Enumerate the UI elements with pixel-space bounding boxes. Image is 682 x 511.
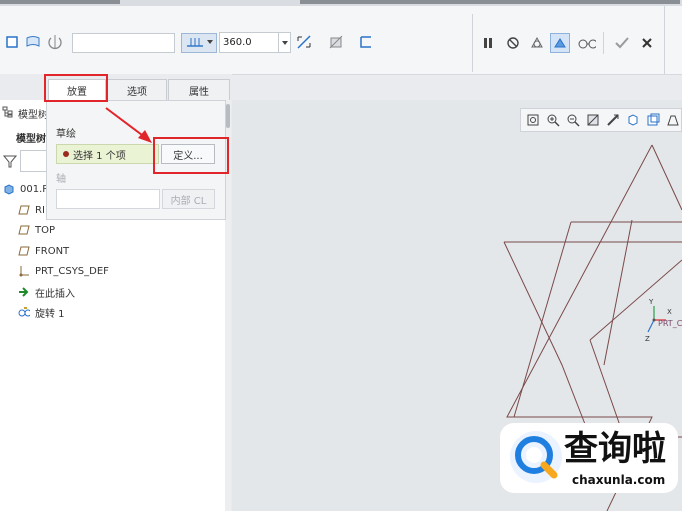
angle-value-text: 360.0 [223, 37, 252, 48]
axis-section-label: 轴 [56, 174, 66, 185]
ribbon-divider [603, 32, 604, 54]
title-strip-segment [0, 0, 120, 4]
csys-x-label: X [667, 308, 672, 316]
csys-y-label: Y [649, 298, 654, 306]
verify-glasses-icon[interactable] [578, 34, 596, 52]
model-tree-search-input[interactable] [20, 150, 48, 172]
perspective-icon[interactable] [664, 111, 681, 129]
tree-root[interactable]: 001.P [3, 181, 48, 197]
chevron-down-icon[interactable] [278, 33, 290, 52]
csys-z-label: Z [645, 335, 650, 343]
angle-value-input[interactable]: 360.0 [219, 32, 291, 53]
csys-name-label: PRT_C [658, 319, 682, 328]
view-toolbar [520, 108, 682, 132]
pause-icon[interactable] [479, 34, 497, 52]
datum-plane-icon [18, 224, 30, 236]
csys-marker: Y X Z PRT_C [640, 298, 682, 346]
saved-orientations-icon[interactable] [624, 111, 641, 129]
ribbon-divider [472, 14, 473, 72]
internal-cl-button-label: 内部 CL [170, 195, 207, 207]
title-strip-segment [300, 0, 680, 4]
zoom-out-icon[interactable] [565, 111, 582, 129]
tab-properties[interactable]: 属性 [168, 79, 230, 100]
display-style-icon[interactable] [605, 111, 622, 129]
watermark-badge: 查询啦 chaxunla.com [500, 423, 678, 493]
model-tree-icon [2, 106, 14, 121]
model-tree-subheader: 模型树 [16, 134, 46, 145]
datum-plane-icon [18, 204, 30, 216]
tree-item-label: RI [35, 204, 45, 216]
zoom-in-icon[interactable] [545, 111, 562, 129]
highlight-box-define-button [153, 137, 229, 174]
remove-material-icon[interactable] [327, 33, 345, 51]
datum-plane-icon [18, 245, 30, 257]
repaint-icon[interactable] [585, 111, 602, 129]
annotation-arrow [105, 107, 152, 143]
csys-icon [18, 265, 30, 277]
sketch-line [513, 221, 572, 418]
tab-options[interactable]: 选项 [107, 79, 167, 100]
surface-icon[interactable] [24, 33, 42, 51]
variable-angle-icon [185, 35, 205, 52]
tree-item[interactable]: PRT_CSYS_DEF [18, 263, 109, 279]
chevron-down-icon [206, 38, 214, 49]
feature-ribbon: 360.0 [0, 6, 682, 75]
solid-icon[interactable] [3, 33, 21, 51]
tree-item[interactable]: TOP [18, 222, 55, 238]
model-tree-header: 模型树 [2, 106, 48, 121]
tree-item[interactable]: FRONT [18, 243, 69, 259]
axis-reference-field[interactable] [72, 33, 175, 53]
internal-cl-button[interactable]: 内部 CL [162, 189, 215, 209]
sketch-section-label: 草绘 [56, 129, 76, 140]
attached-preview-icon[interactable] [528, 34, 546, 52]
model-tree-title: 模型树 [18, 110, 48, 121]
tab-label: 属性 [189, 86, 209, 98]
panel-scrollbar-thumb[interactable] [226, 104, 230, 128]
tree-item-label: 在此插入 [35, 288, 75, 300]
no-preview-icon[interactable] [504, 34, 522, 52]
required-status-dot [63, 151, 69, 157]
filter-icon[interactable] [2, 154, 18, 171]
tab-label: 选项 [127, 86, 147, 98]
tree-item[interactable]: 在此插入 [18, 284, 75, 300]
flip-angle-icon[interactable] [295, 33, 313, 51]
tree-item[interactable]: 旋转 1 [18, 304, 65, 320]
part-icon [3, 183, 15, 195]
sketch-line [651, 144, 682, 211]
watermark-logo [508, 429, 564, 485]
watermark-url: chaxunla.com [572, 473, 666, 487]
refit-icon[interactable] [525, 111, 542, 129]
tree-item-label: FRONT [35, 245, 70, 257]
ribbon-divider [664, 6, 665, 74]
feature-preview-icon[interactable] [550, 33, 570, 53]
thicken-icon[interactable] [357, 33, 375, 51]
angle-type-dropdown[interactable] [181, 33, 217, 53]
confirm-check-icon[interactable] [613, 34, 631, 52]
tree-item[interactable]: RI [18, 202, 45, 218]
view-manager-icon[interactable] [644, 111, 661, 129]
cancel-close-icon[interactable] [638, 34, 656, 52]
tree-root-label: 001.P [20, 183, 49, 195]
tree-item-label: 旋转 1 [35, 308, 65, 320]
tree-item-label: TOP [35, 224, 56, 236]
highlight-box-placement-tab [44, 74, 108, 102]
tree-item-label: PRT_CSYS_DEF [35, 265, 109, 277]
watermark-brand: 查询啦 [564, 429, 666, 469]
revolve-direction-icon[interactable] [46, 33, 64, 51]
insert-arrow-icon [18, 286, 30, 298]
revolve-icon [18, 306, 30, 318]
axis-collector[interactable] [56, 189, 160, 209]
